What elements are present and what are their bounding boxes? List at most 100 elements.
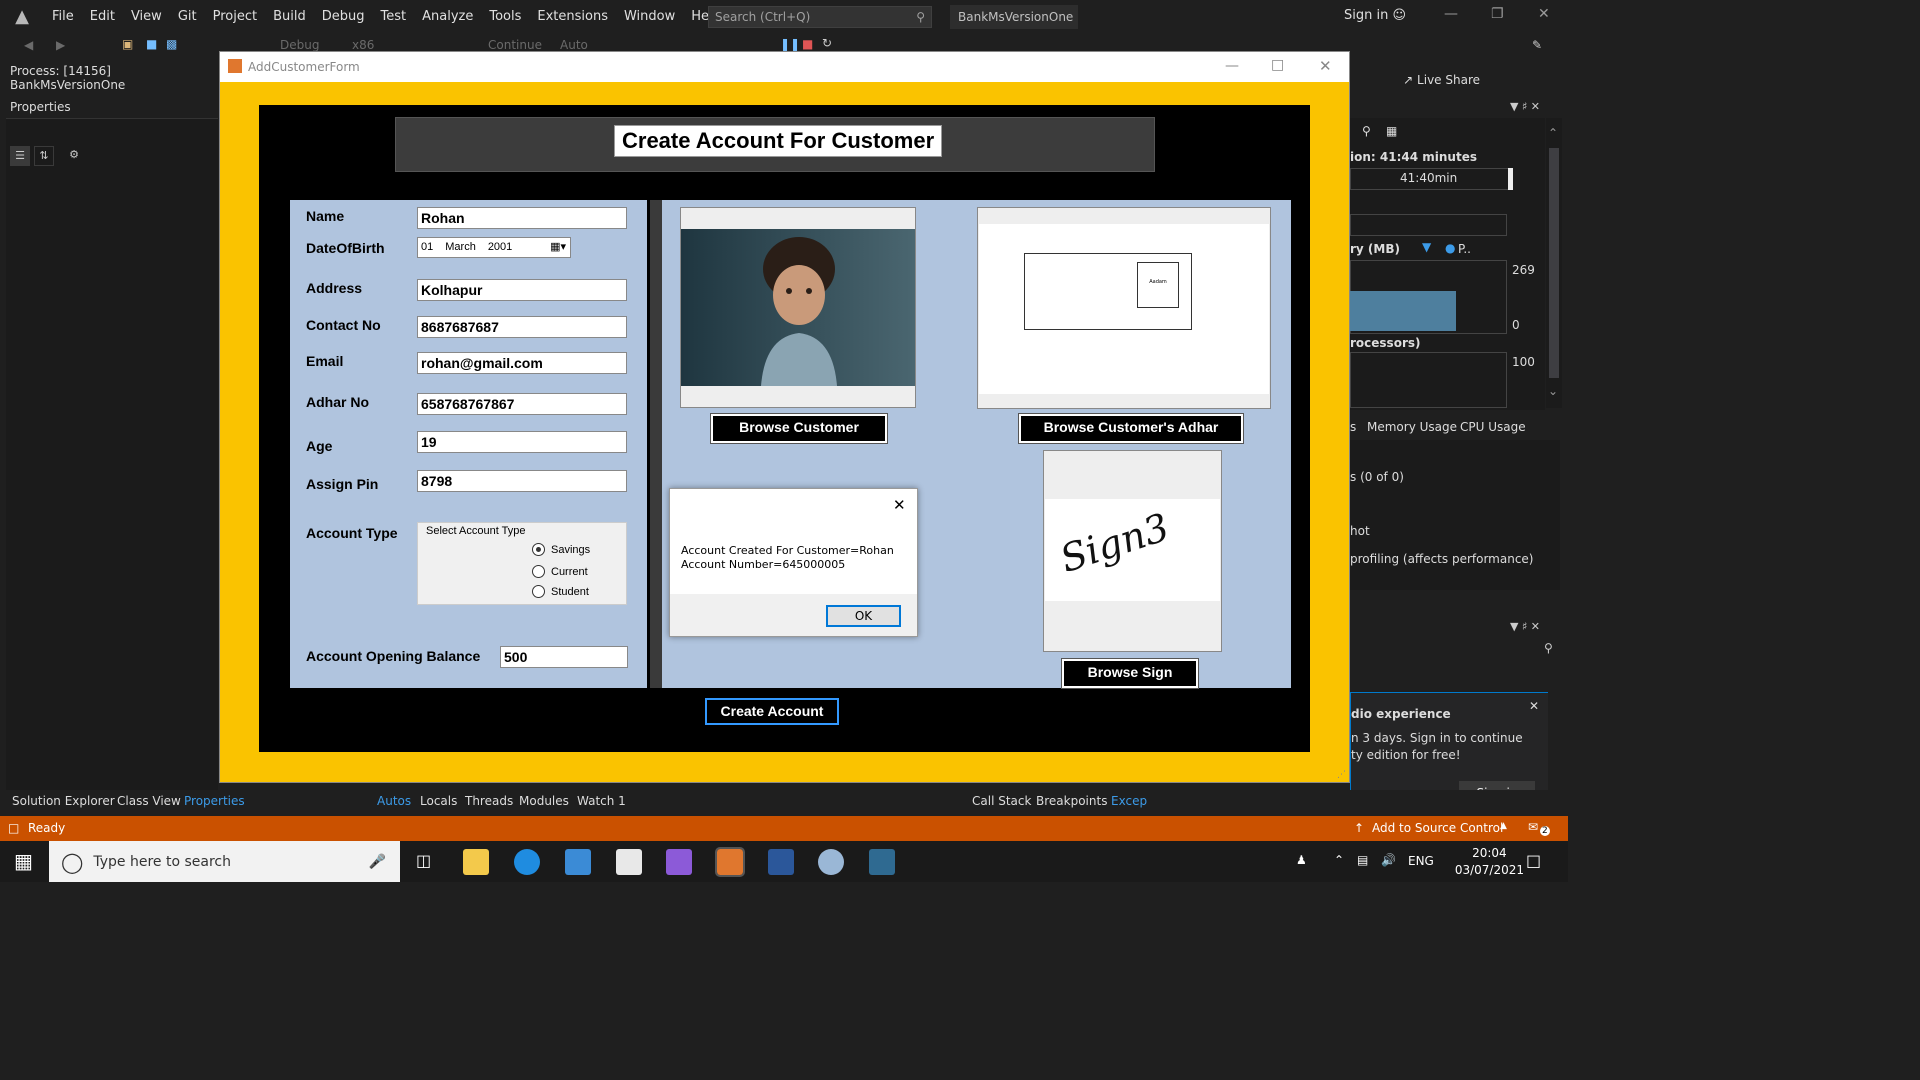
tray-chevron-icon[interactable]: ⌃ <box>1334 853 1344 867</box>
pin2-icon[interactable]: ♯ <box>1522 620 1527 633</box>
contact-input[interactable]: 8687687687 <box>417 316 627 338</box>
chart-icon[interactable]: ▦ <box>1386 124 1397 138</box>
email-input[interactable]: rohan@gmail.com <box>417 352 627 374</box>
menu-project[interactable]: Project <box>205 0 265 33</box>
continue-button[interactable]: Continue <box>488 38 542 52</box>
microphone-icon[interactable]: 🎤 <box>369 854 386 870</box>
balance-input[interactable]: 500 <box>500 646 628 668</box>
open-folder-icon[interactable]: ▣ <box>122 37 133 51</box>
tab-call-stack[interactable]: Call Stack <box>972 794 1031 808</box>
dropdown-icon[interactable]: ▼ <box>1510 100 1518 113</box>
browse-adhar-button[interactable]: Browse Customer's Adhar <box>1018 413 1244 444</box>
browse-customer-button[interactable]: Browse Customer <box>710 413 888 444</box>
alphabetical-icon[interactable]: ⇅ <box>34 146 54 166</box>
mail-icon[interactable] <box>616 849 642 875</box>
close-panel-icon[interactable]: ✕ <box>1531 100 1540 113</box>
winforms-app-icon[interactable] <box>715 847 745 877</box>
tab-locals[interactable]: Locals <box>420 794 457 808</box>
action-center-icon[interactable]: □ <box>1526 851 1541 870</box>
radio-student[interactable]: Student <box>532 585 589 598</box>
network-icon[interactable]: ▤ <box>1357 853 1368 867</box>
task-view-icon[interactable]: ◫ <box>416 851 431 870</box>
save-icon[interactable]: ■ <box>146 37 157 51</box>
form-maximize-icon[interactable]: □ <box>1271 57 1284 73</box>
close-panel2-icon[interactable]: ✕ <box>1531 620 1540 633</box>
profiling-toggle[interactable]: profiling (affects performance) <box>1350 552 1533 566</box>
adhar-input[interactable]: 658768767867 <box>417 393 627 415</box>
edge-icon[interactable] <box>514 849 540 875</box>
menu-analyze[interactable]: Analyze <box>414 0 481 33</box>
volume-icon[interactable]: 🔊 <box>1381 853 1396 867</box>
radio-current[interactable]: Current <box>532 565 588 578</box>
zoom-icon[interactable]: ⚲ <box>1362 124 1371 138</box>
back-icon[interactable]: ◀ <box>24 38 33 52</box>
tab-memory-usage[interactable]: Memory Usage <box>1367 420 1457 434</box>
age-input[interactable]: 19 <box>417 431 627 453</box>
output-icon[interactable]: □ <box>8 821 19 835</box>
tab-solution-explorer[interactable]: Solution Explorer <box>12 794 115 808</box>
timeline-slider[interactable] <box>1508 168 1513 190</box>
tab-cpu-usage[interactable]: CPU Usage <box>1460 420 1526 434</box>
menu-git[interactable]: Git <box>170 0 205 33</box>
tab-breakpoints[interactable]: Breakpoints <box>1036 794 1107 808</box>
add-source-control[interactable]: Add to Source Control <box>1372 821 1503 835</box>
clock[interactable]: 20:04 03/07/2021 <box>1455 845 1524 879</box>
platform-dropdown[interactable]: x86 <box>352 38 374 52</box>
notif-close-icon[interactable]: ✕ <box>1529 699 1539 713</box>
dialog-ok-button[interactable]: OK <box>826 605 901 627</box>
tab-class-view[interactable]: Class View <box>117 794 181 808</box>
search-panel-icon[interactable]: ⚲ <box>1544 641 1553 655</box>
browse-sign-button[interactable]: Browse Sign <box>1061 658 1199 689</box>
feedback-icon[interactable]: ✎ <box>1532 38 1542 52</box>
dialog-close-icon[interactable]: ✕ <box>893 496 906 514</box>
menu-build[interactable]: Build <box>265 0 314 33</box>
tab-autos[interactable]: Autos <box>377 794 411 808</box>
menu-extensions[interactable]: Extensions <box>529 0 616 33</box>
pin-icon[interactable]: ♯ <box>1522 100 1527 113</box>
dob-date-picker[interactable]: 01 March 2001 ▦▾ <box>417 237 571 258</box>
save-all-icon[interactable]: ▩ <box>166 37 177 51</box>
language-indicator[interactable]: ENG <box>1408 854 1434 868</box>
stop-icon[interactable]: ■ <box>802 37 813 51</box>
visual-studio-taskbar-icon[interactable] <box>666 849 692 875</box>
create-account-button[interactable]: Create Account <box>705 698 839 725</box>
auto-dropdown[interactable]: Auto <box>560 38 588 52</box>
close-icon[interactable]: ✕ <box>1538 6 1550 22</box>
vs-sign-in-link[interactable]: Sign in ☺ <box>1344 8 1406 23</box>
scroll-down-icon[interactable]: ⌄ <box>1548 384 1558 398</box>
tab-modules[interactable]: Modules <box>519 794 569 808</box>
menu-file[interactable]: File <box>44 0 82 33</box>
scroll-up-icon[interactable]: ⌃ <box>1548 126 1558 140</box>
pause-icon[interactable]: ❚❚ <box>780 37 800 51</box>
calendar-dropdown-icon[interactable]: ▦▾ <box>550 240 566 253</box>
people-icon[interactable]: ♟ <box>1296 853 1307 867</box>
live-share-button[interactable]: ↗ Live Share <box>1403 73 1480 87</box>
categorized-icon[interactable]: ☰ <box>10 146 30 166</box>
tab-watch[interactable]: Watch 1 <box>577 794 626 808</box>
form-minimize-icon[interactable]: — <box>1225 58 1239 74</box>
tab-threads[interactable]: Threads <box>465 794 513 808</box>
config-dropdown[interactable]: Debug <box>280 38 319 52</box>
diagnostics-scrollbar[interactable]: ⌃ ⌄ <box>1546 118 1562 408</box>
menu-test[interactable]: Test <box>373 0 415 33</box>
vs-search-input[interactable]: Search (Ctrl+Q) ⚲ <box>708 6 932 28</box>
name-input[interactable]: Rohan <box>417 207 627 229</box>
file-explorer-icon[interactable] <box>463 849 489 875</box>
taskbar-search-box[interactable]: ◯ Type here to search 🎤 <box>49 841 400 882</box>
property-pages-icon[interactable]: ⚙ <box>64 146 84 166</box>
menu-tools[interactable]: Tools <box>481 0 529 33</box>
windows-start-icon[interactable]: ▦ <box>14 849 33 873</box>
forward-icon[interactable]: ▶ <box>56 38 65 52</box>
scroll-thumb[interactable] <box>1549 148 1559 378</box>
tab-exceptions[interactable]: Excep <box>1111 794 1147 808</box>
take-snapshot[interactable]: hot <box>1350 524 1370 538</box>
sql-server-icon[interactable] <box>869 849 895 875</box>
address-input[interactable]: Kolhapur <box>417 279 627 301</box>
restore-icon[interactable]: ❐ <box>1491 6 1504 22</box>
restart-icon[interactable]: ↻ <box>822 36 832 50</box>
pin-input[interactable]: 8798 <box>417 470 627 492</box>
dropdown2-icon[interactable]: ▼ <box>1510 620 1518 633</box>
tab-properties[interactable]: Properties <box>184 794 245 808</box>
tab-events[interactable]: s <box>1350 420 1356 434</box>
visual-studio-logo-icon[interactable]: ▲ <box>0 0 44 33</box>
